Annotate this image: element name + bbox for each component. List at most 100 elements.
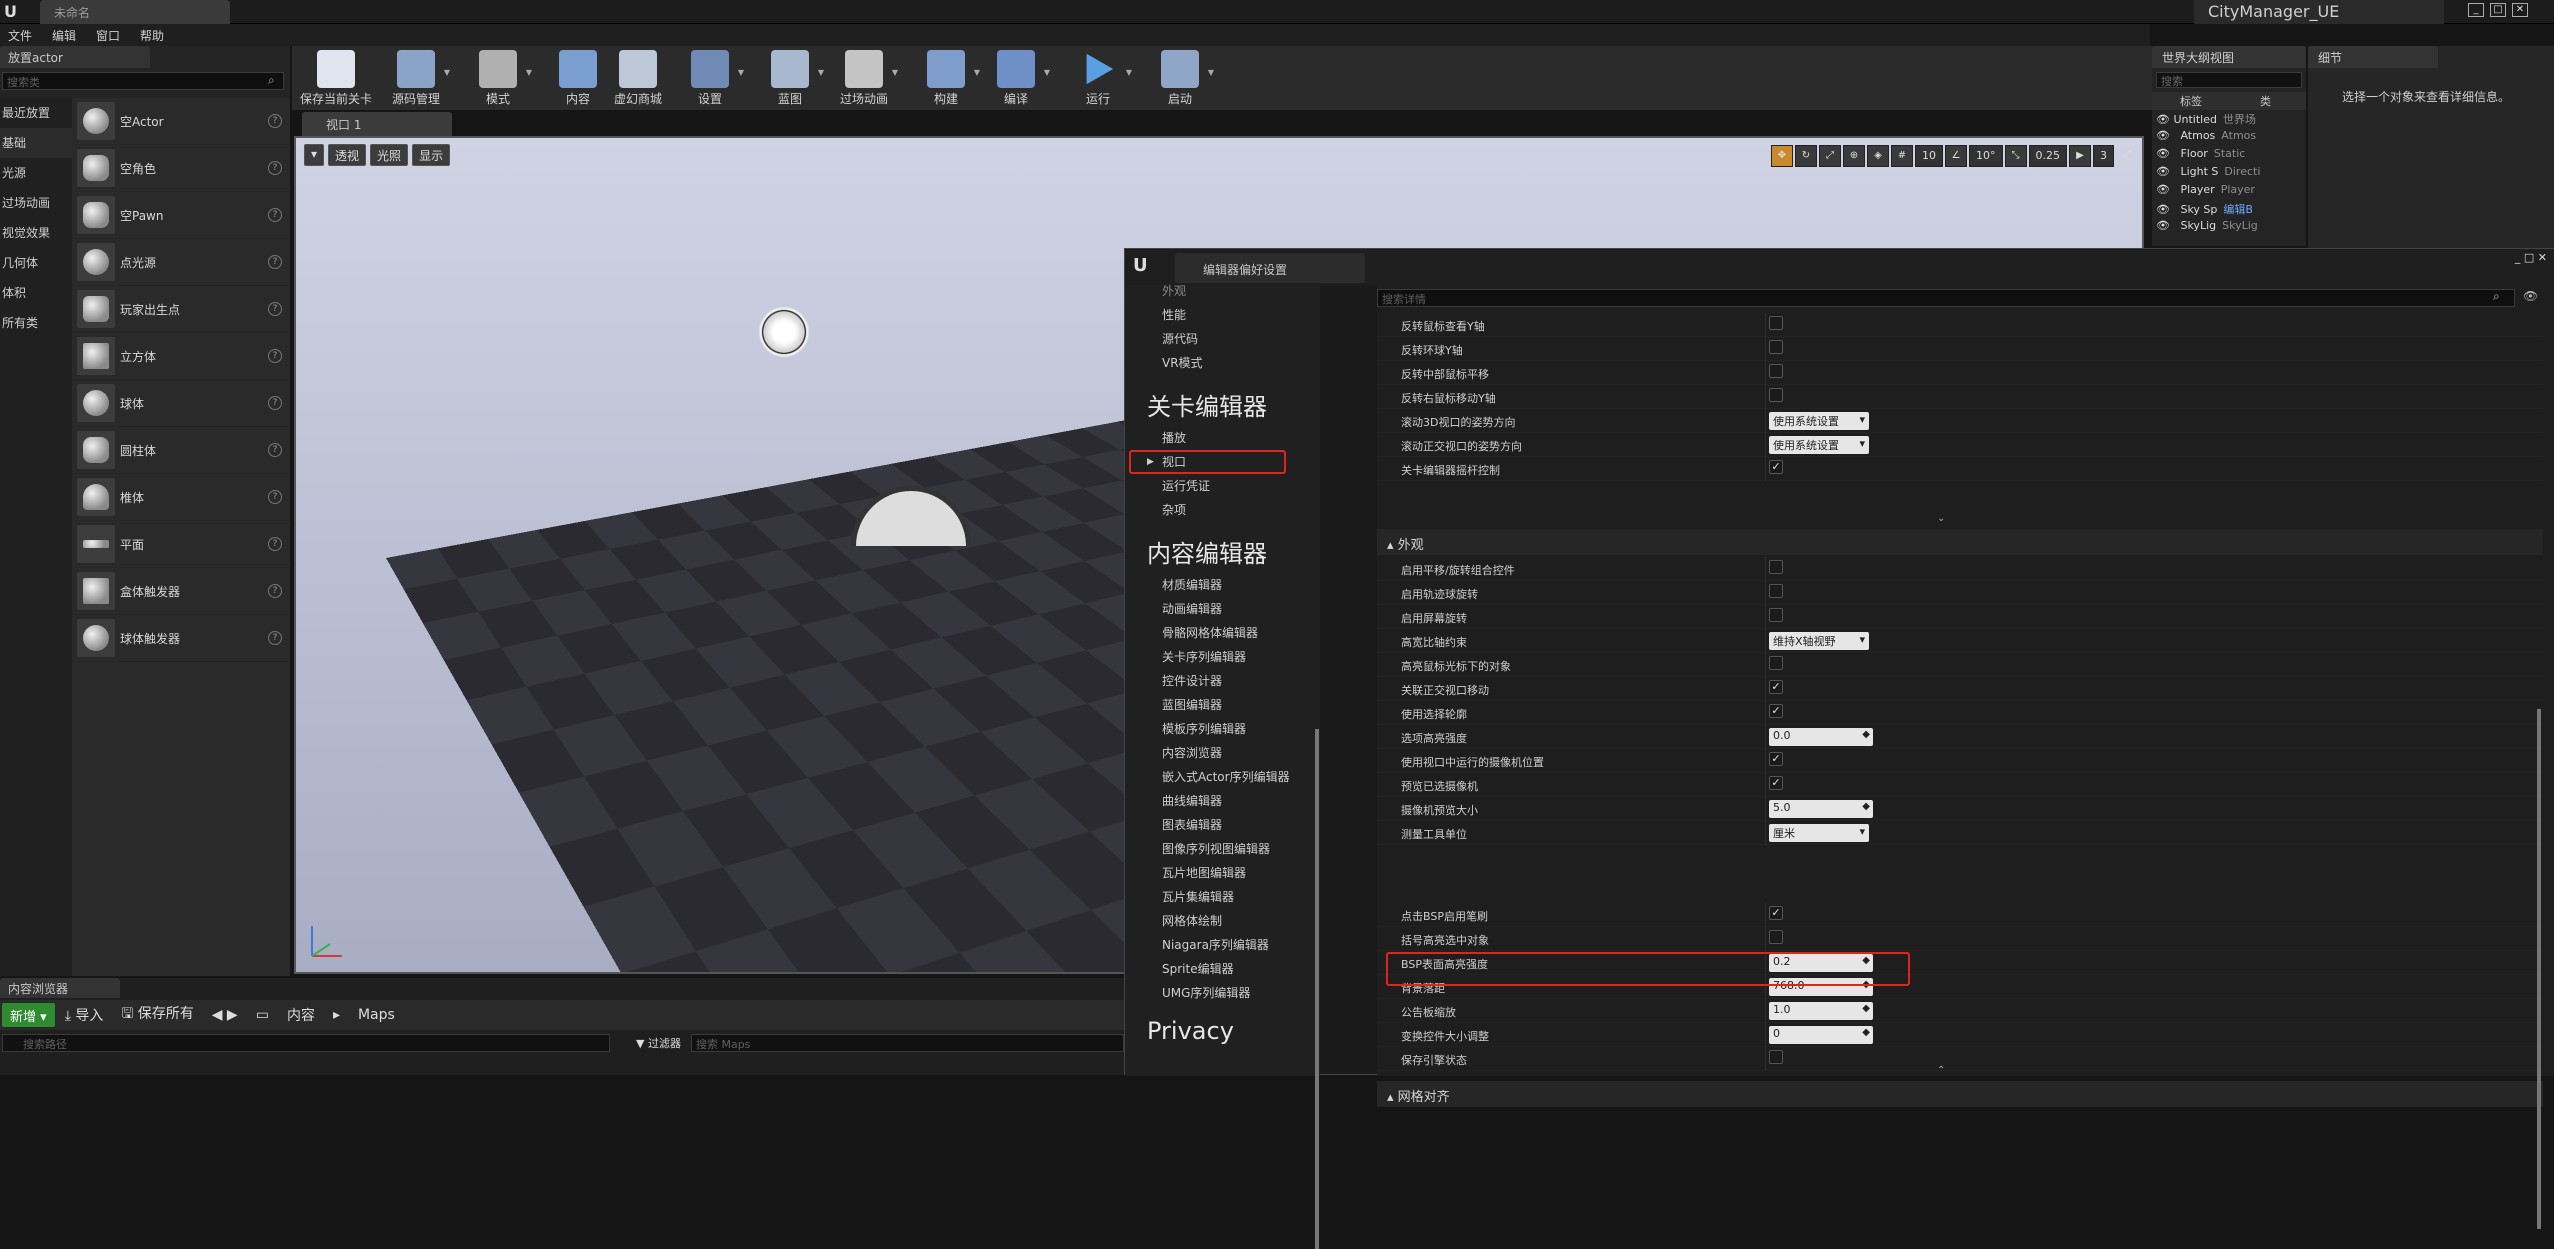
nav-content-item[interactable]: 动画编辑器	[1125, 597, 1320, 621]
category-all-classes[interactable]: 所有类	[0, 308, 72, 338]
folder-icon[interactable]: ▭	[256, 1007, 269, 1023]
help-icon[interactable]: ?	[268, 584, 282, 598]
nav-play[interactable]: 播放	[1125, 426, 1320, 450]
details-tab[interactable]: 细节	[2308, 46, 2438, 68]
outliner-row[interactable]: 👁 Atmos Atmos	[2152, 128, 2306, 146]
build-button[interactable]: 构建 ▼	[910, 46, 982, 110]
outliner-row[interactable]: 👁 Floor Static	[2152, 146, 2306, 164]
column-type[interactable]: 类	[2260, 93, 2271, 109]
property-dropdown[interactable]: 厘米	[1769, 824, 1869, 842]
compile-button[interactable]: 编译 ▼	[980, 46, 1052, 110]
world-space-icon[interactable]: ⊕	[1843, 145, 1865, 167]
translate-icon[interactable]: ✥	[1771, 145, 1793, 167]
nav-scrollbar[interactable]	[1315, 729, 1319, 1249]
help-icon[interactable]: ?	[268, 396, 282, 410]
scale-icon[interactable]: ⤢	[1819, 145, 1841, 167]
property-checkbox[interactable]: ✓	[1769, 460, 1783, 474]
nav-content-item[interactable]: 骨骼网格体编辑器	[1125, 621, 1320, 645]
search-icon[interactable]: ⌕	[268, 73, 275, 88]
dialog-tab[interactable]: 编辑器偏好设置	[1175, 253, 1365, 283]
property-dropdown[interactable]: 维持X轴视野	[1769, 632, 1869, 650]
nav-misc[interactable]: 杂项	[1125, 498, 1320, 522]
nav-content-item[interactable]: 内容浏览器	[1125, 741, 1320, 765]
category-lights[interactable]: 光源	[0, 158, 72, 188]
help-icon[interactable]: ?	[268, 537, 282, 551]
settings-button[interactable]: 设置 ▼	[674, 46, 746, 110]
help-icon[interactable]: ?	[268, 631, 282, 645]
directional-light-icon[interactable]	[758, 306, 810, 358]
nav-vr-mode[interactable]: VR模式	[1125, 351, 1320, 375]
actor-item[interactable]: 空Pawn?	[72, 192, 290, 239]
viewport-menu-button[interactable]: ▾	[304, 144, 325, 166]
menu-edit[interactable]: 编辑	[52, 27, 76, 44]
property-checkbox[interactable]	[1769, 1050, 1783, 1064]
property-checkbox[interactable]: ✓	[1769, 776, 1783, 790]
history-nav-icon[interactable]: ◀ ▶	[212, 1007, 238, 1023]
actor-item[interactable]: 盒体触发器?	[72, 568, 290, 615]
dialog-window-controls[interactable]: _ □ ✕	[2515, 251, 2547, 264]
nav-source-code[interactable]: 源代码	[1125, 327, 1320, 351]
menu-window[interactable]: 窗口	[96, 27, 120, 44]
add-new-button[interactable]: 新增 ▾	[2, 1003, 55, 1027]
nav-run-credentials[interactable]: 运行凭证	[1125, 474, 1320, 498]
maximize-icon[interactable]: □	[2490, 3, 2506, 17]
surface-snap-icon[interactable]: ◈	[1867, 145, 1889, 167]
outliner-row[interactable]: 👁 Light S Directi	[2152, 164, 2306, 182]
actor-item[interactable]: 玩家出生点?	[72, 286, 290, 333]
help-icon[interactable]: ?	[268, 302, 282, 316]
nav-content-item[interactable]: 图像序列视图编辑器	[1125, 837, 1320, 861]
help-icon[interactable]: ?	[268, 490, 282, 504]
property-checkbox[interactable]: ✓	[1769, 906, 1783, 920]
nav-content-item[interactable]: 瓦片集编辑器	[1125, 885, 1320, 909]
path-search-input[interactable]: 搜索路径	[2, 1034, 610, 1052]
actor-item[interactable]: 点光源?	[72, 239, 290, 286]
outliner-search-input[interactable]: 搜索	[2156, 72, 2302, 88]
property-checkbox[interactable]: ✓	[1769, 704, 1783, 718]
rotation-snap-value[interactable]: 10°	[1969, 145, 2003, 167]
expand-chevron-icon[interactable]: ⌄	[1937, 513, 1945, 524]
actor-item[interactable]: 球体?	[72, 380, 290, 427]
show-button[interactable]: 显示	[412, 144, 451, 166]
property-number-field[interactable]: 5.0	[1769, 800, 1873, 818]
place-actors-tab[interactable]: 放置actor	[0, 46, 150, 68]
actor-item[interactable]: 平面?	[72, 521, 290, 568]
property-checkbox[interactable]	[1769, 930, 1783, 944]
nav-content-item[interactable]: 图表编辑器	[1125, 813, 1320, 837]
property-number-field[interactable]: 0.0	[1769, 728, 1873, 746]
category-recent[interactable]: 最近放置	[0, 98, 72, 128]
property-dropdown[interactable]: 使用系统设置	[1769, 412, 1869, 430]
collapse-chevron-icon[interactable]: ⌃	[1937, 1065, 1945, 1076]
nav-content-item[interactable]: Niagara序列编辑器	[1125, 933, 1320, 957]
help-icon[interactable]: ?	[268, 114, 282, 128]
property-checkbox[interactable]	[1769, 656, 1783, 670]
help-icon[interactable]: ?	[268, 443, 282, 457]
help-icon[interactable]: ?	[268, 349, 282, 363]
section-grid-snap-header[interactable]: ▴ 网格对齐	[1377, 1081, 2543, 1107]
actor-item[interactable]: 立方体?	[72, 333, 290, 380]
viewport-tab[interactable]: 视口 1	[302, 112, 452, 136]
category-visual-effects[interactable]: 视觉效果	[0, 218, 72, 248]
nav-content-item[interactable]: 嵌入式Actor序列编辑器	[1125, 765, 1320, 789]
nav-content-item[interactable]: 曲线编辑器	[1125, 789, 1320, 813]
property-checkbox[interactable]	[1769, 608, 1783, 622]
actor-item[interactable]: 圆柱体?	[72, 427, 290, 474]
minimize-icon[interactable]: _	[2468, 3, 2484, 17]
property-checkbox[interactable]	[1769, 388, 1783, 402]
section-appearance-header[interactable]: ▴ 外观	[1377, 529, 2543, 555]
help-icon[interactable]: ?	[268, 161, 282, 175]
actor-item[interactable]: 球体触发器?	[72, 615, 290, 662]
help-icon[interactable]: ?	[268, 255, 282, 269]
cinematics-button[interactable]: 过场动画 ▼	[828, 46, 900, 110]
blueprint-button[interactable]: 蓝图 ▼	[754, 46, 826, 110]
actor-item[interactable]: 椎体?	[72, 474, 290, 521]
nav-content-item[interactable]: Sprite编辑器	[1125, 957, 1320, 981]
lit-button[interactable]: 光照	[370, 144, 409, 166]
save-all-button[interactable]: 🖫 保存所有	[121, 1003, 193, 1027]
property-checkbox[interactable]	[1769, 364, 1783, 378]
actor-item[interactable]: 空Actor?	[72, 98, 290, 145]
property-checkbox[interactable]	[1769, 316, 1783, 330]
property-checkbox[interactable]	[1769, 560, 1783, 574]
filters-button[interactable]: ▼ 过滤器	[636, 1035, 681, 1051]
nav-performance[interactable]: 性能	[1125, 303, 1320, 327]
property-checkbox[interactable]	[1769, 340, 1783, 354]
